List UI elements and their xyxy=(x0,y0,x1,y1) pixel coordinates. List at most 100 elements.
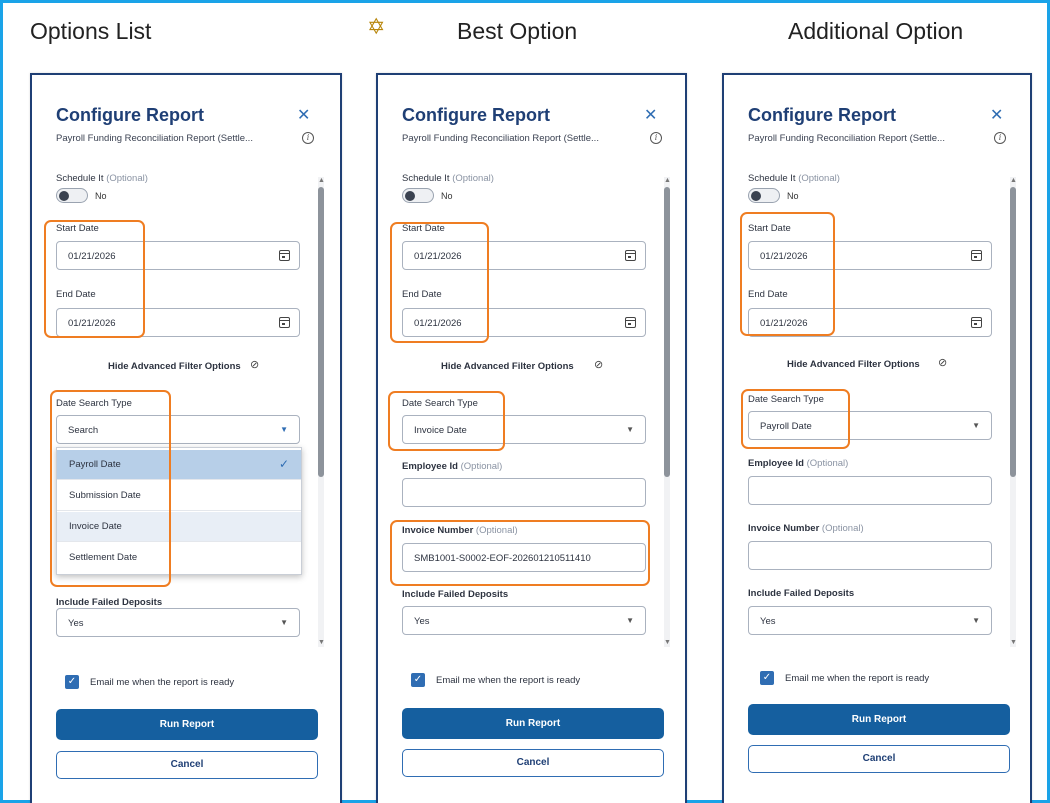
date-search-type-label: Date Search Type xyxy=(748,394,824,405)
include-failed-deposits-select[interactable]: Yes ▼ xyxy=(748,606,992,635)
panel-title: Configure Report xyxy=(56,105,204,125)
email-checkbox-label: Email me when the report is ready xyxy=(90,677,235,688)
eye-slash-icon[interactable]: ⊘ xyxy=(250,358,259,371)
info-icon[interactable]: i xyxy=(994,132,1006,144)
scroll-up-arrow-icon[interactable]: ▲ xyxy=(318,177,325,184)
configure-report-panel-additional-option: Configure Report ✕ Payroll Funding Recon… xyxy=(722,73,1032,803)
hide-advanced-filters-link[interactable]: Hide Advanced Filter Options xyxy=(441,361,574,372)
chevron-down-icon[interactable]: ▼ xyxy=(280,425,288,434)
scroll-down-arrow-icon[interactable]: ▼ xyxy=(1010,639,1017,646)
close-icon[interactable]: ✕ xyxy=(297,105,310,125)
invoice-number-input[interactable]: SMB1001-S0002-EOF-202601210511410 xyxy=(402,543,646,572)
start-date-value: 01/21/2026 xyxy=(68,251,116,262)
toggle-knob xyxy=(405,191,415,201)
calendar-icon[interactable] xyxy=(279,250,290,261)
include-failed-deposits-value: Yes xyxy=(68,618,84,629)
start-date-input[interactable]: 01/21/2026 xyxy=(748,241,992,270)
option-label: Invoice Date xyxy=(69,521,122,532)
star-icon: ✡ xyxy=(367,14,386,39)
cancel-button[interactable]: Cancel xyxy=(748,745,1010,773)
start-date-label: Start Date xyxy=(748,223,791,234)
date-search-type-dropdown: Payroll Date ✓ Submission Date Invoice D… xyxy=(56,447,302,575)
calendar-icon[interactable] xyxy=(971,250,982,261)
start-date-input[interactable]: 01/21/2026 xyxy=(402,241,646,270)
dropdown-option-payroll-date[interactable]: Payroll Date ✓ xyxy=(57,450,301,480)
end-date-value: 01/21/2026 xyxy=(414,318,462,329)
employee-id-label: Employee Id (Optional) xyxy=(748,458,849,469)
close-icon[interactable]: ✕ xyxy=(644,105,657,125)
end-date-value: 01/21/2026 xyxy=(760,318,808,329)
date-search-type-label: Date Search Type xyxy=(402,398,478,409)
date-search-type-select[interactable]: Invoice Date ▼ xyxy=(402,415,646,444)
invoice-number-label: Invoice Number (Optional) xyxy=(748,523,864,534)
run-report-button[interactable]: Run Report xyxy=(748,704,1010,735)
eye-slash-icon[interactable]: ⊘ xyxy=(938,356,947,369)
schedule-label: Schedule It (Optional) xyxy=(402,173,494,184)
chevron-down-icon[interactable]: ▼ xyxy=(626,616,634,625)
schedule-toggle-value: No xyxy=(787,191,799,201)
check-icon: ✓ xyxy=(278,457,289,471)
report-subtitle: Payroll Funding Reconciliation Report (S… xyxy=(748,133,945,144)
dropdown-option-invoice-date[interactable]: Invoice Date xyxy=(57,512,301,542)
scrollbar-thumb[interactable] xyxy=(318,187,324,477)
hide-advanced-filters-link[interactable]: Hide Advanced Filter Options xyxy=(787,359,920,370)
email-checkbox[interactable]: ✓ xyxy=(65,675,79,689)
cancel-button[interactable]: Cancel xyxy=(402,749,664,777)
employee-id-label: Employee Id (Optional) xyxy=(402,461,503,472)
email-checkbox-label: Email me when the report is ready xyxy=(436,675,581,686)
panel-title: Configure Report xyxy=(748,105,896,125)
run-report-button[interactable]: Run Report xyxy=(402,708,664,739)
hide-advanced-filters-link[interactable]: Hide Advanced Filter Options xyxy=(108,361,241,372)
date-search-type-select[interactable]: Search ▼ xyxy=(56,415,300,444)
best-option-heading: Best Option xyxy=(457,18,578,44)
scroll-down-arrow-icon[interactable]: ▼ xyxy=(664,639,671,646)
schedule-toggle-value: No xyxy=(441,191,453,201)
info-icon[interactable]: i xyxy=(302,132,314,144)
calendar-icon[interactable] xyxy=(971,317,982,328)
chevron-down-icon[interactable]: ▼ xyxy=(626,425,634,434)
schedule-label: Schedule It (Optional) xyxy=(56,173,148,184)
include-failed-deposits-value: Yes xyxy=(760,616,776,627)
end-date-label: End Date xyxy=(402,289,442,300)
scroll-up-arrow-icon[interactable]: ▲ xyxy=(664,177,671,184)
calendar-icon[interactable] xyxy=(625,317,636,328)
info-icon[interactable]: i xyxy=(650,132,662,144)
invoice-number-input[interactable] xyxy=(748,541,992,570)
start-date-input[interactable]: 01/21/2026 xyxy=(56,241,300,270)
cancel-button[interactable]: Cancel xyxy=(56,751,318,779)
additional-option-heading: Additional Option xyxy=(788,18,964,44)
panel-title: Configure Report xyxy=(402,105,550,125)
employee-id-input[interactable] xyxy=(748,476,992,505)
end-date-value: 01/21/2026 xyxy=(68,318,116,329)
option-label: Submission Date xyxy=(69,490,141,501)
email-checkbox[interactable]: ✓ xyxy=(760,671,774,685)
chevron-down-icon[interactable]: ▼ xyxy=(972,421,980,430)
end-date-input[interactable]: 01/21/2026 xyxy=(402,308,646,337)
calendar-icon[interactable] xyxy=(625,250,636,261)
dropdown-option-settlement-date[interactable]: Settlement Date xyxy=(57,543,301,573)
date-search-type-value: Payroll Date xyxy=(760,421,812,432)
end-date-input[interactable]: 01/21/2026 xyxy=(748,308,992,337)
close-icon[interactable]: ✕ xyxy=(990,105,1003,125)
chevron-down-icon[interactable]: ▼ xyxy=(972,616,980,625)
dropdown-option-submission-date[interactable]: Submission Date xyxy=(57,481,301,511)
date-search-type-select[interactable]: Payroll Date ▼ xyxy=(748,411,992,440)
scrollbar-thumb[interactable] xyxy=(664,187,670,477)
scroll-down-arrow-icon[interactable]: ▼ xyxy=(318,639,325,646)
include-failed-deposits-label: Include Failed Deposits xyxy=(402,589,509,600)
include-failed-deposits-select[interactable]: Yes ▼ xyxy=(402,606,646,635)
chevron-down-icon[interactable]: ▼ xyxy=(280,618,288,627)
scroll-up-arrow-icon[interactable]: ▲ xyxy=(1010,177,1017,184)
include-failed-deposits-select[interactable]: Yes ▼ xyxy=(56,608,300,637)
employee-id-input[interactable] xyxy=(402,478,646,507)
scrollbar-thumb[interactable] xyxy=(1010,187,1016,477)
schedule-toggle[interactable] xyxy=(748,188,780,203)
calendar-icon[interactable] xyxy=(279,317,290,328)
schedule-toggle[interactable] xyxy=(402,188,434,203)
run-report-button[interactable]: Run Report xyxy=(56,709,318,740)
eye-slash-icon[interactable]: ⊘ xyxy=(594,358,603,371)
schedule-toggle[interactable] xyxy=(56,188,88,203)
end-date-input[interactable]: 01/21/2026 xyxy=(56,308,300,337)
email-checkbox[interactable]: ✓ xyxy=(411,673,425,687)
report-subtitle: Payroll Funding Reconciliation Report (S… xyxy=(56,133,253,144)
